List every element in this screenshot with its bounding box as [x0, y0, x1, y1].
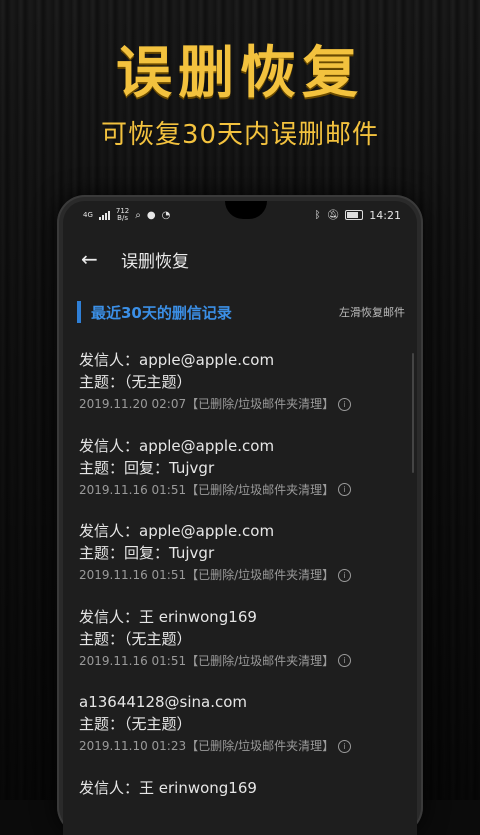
browser-icon: ◔: [162, 210, 171, 221]
promo-subhead: 可恢复30天内误删邮件: [0, 114, 480, 151]
email-meta: 2019.11.20 02:07【已删除/垃圾邮件夹清理】 i: [79, 393, 403, 415]
email-sender: 发信人：apple@apple.com: [79, 435, 403, 457]
email-subject: 主题：（无主题）: [79, 713, 403, 735]
email-sender: 发信人：apple@apple.com: [79, 520, 403, 542]
page-title: 误删恢复: [121, 247, 189, 272]
info-icon[interactable]: i: [338, 654, 351, 667]
deleted-email-list: 发信人：apple@apple.com 主题：（无主题） 2019.11.20 …: [79, 349, 403, 835]
bluetooth-icon: ᛒ: [315, 210, 321, 221]
search-icon: ⌕: [135, 210, 141, 221]
network-label: 4G: [83, 211, 93, 219]
email-sender: 发信人：王 erinwong169: [79, 606, 403, 628]
list-item[interactable]: 发信人：apple@apple.com 主题：回复：Tujvgr 2019.11…: [79, 520, 403, 606]
email-meta: 2019.11.10 01:23【已删除/垃圾邮件夹清理】 i: [79, 735, 403, 757]
email-sender: 发信人：王 erinwong169: [79, 777, 403, 799]
net-speed-unit: B/s: [117, 214, 128, 222]
phone-screen: 4G 712 B/s ⌕ ● ◔ ᛒ 🔕︎ 14:21 ← 误删恢复: [63, 201, 417, 835]
phone-frame: 4G 712 B/s ⌕ ● ◔ ᛒ 🔕︎ 14:21 ← 误删恢复: [57, 195, 423, 835]
info-icon[interactable]: i: [338, 740, 351, 753]
email-subject: 主题：（无主题）: [79, 628, 403, 650]
section-accent-bar: [77, 301, 81, 323]
email-meta: 2019.11.16 01:51【已删除/垃圾邮件夹清理】 i: [79, 479, 403, 501]
status-bar: 4G 712 B/s ⌕ ● ◔ ᛒ 🔕︎ 14:21: [83, 207, 401, 223]
list-item[interactable]: a13644128@sina.com 主题：（无主题） 2019.11.10 0…: [79, 691, 403, 777]
info-icon[interactable]: i: [338, 483, 351, 496]
info-icon[interactable]: i: [338, 569, 351, 582]
list-item[interactable]: 发信人：apple@apple.com 主题：回复：Tujvgr 2019.11…: [79, 435, 403, 521]
mute-icon: 🔕︎: [327, 210, 340, 221]
email-subject: 主题：（无主题）: [79, 371, 403, 393]
email-meta-text: 2019.11.16 01:51【已删除/垃圾邮件夹清理】: [79, 564, 334, 586]
clock: 14:21: [369, 209, 401, 222]
email-meta-text: 2019.11.10 01:23【已删除/垃圾邮件夹清理】: [79, 735, 334, 757]
section-header: 最近30天的删信记录 左滑恢复邮件: [77, 301, 405, 323]
info-icon[interactable]: i: [338, 398, 351, 411]
net-speed: 712 B/s: [116, 208, 129, 222]
email-meta: 2019.11.16 01:51【已删除/垃圾邮件夹清理】 i: [79, 650, 403, 672]
email-meta-text: 2019.11.16 01:51【已删除/垃圾邮件夹清理】: [79, 650, 334, 672]
qq-icon: ●: [147, 210, 156, 221]
list-item[interactable]: 发信人：王 erinwong169: [79, 777, 403, 835]
signal-icon: [99, 211, 110, 220]
email-meta-text: 2019.11.20 02:07【已删除/垃圾邮件夹清理】: [79, 393, 334, 415]
scrollbar[interactable]: [412, 353, 414, 473]
email-sender: 发信人：apple@apple.com: [79, 349, 403, 371]
email-sender: a13644128@sina.com: [79, 691, 403, 713]
email-meta: 2019.11.16 01:51【已删除/垃圾邮件夹清理】 i: [79, 564, 403, 586]
swipe-hint: 左滑恢复邮件: [339, 304, 405, 320]
battery-icon: [345, 210, 363, 220]
email-subject: 主题：回复：Tujvgr: [79, 457, 403, 479]
email-meta-text: 2019.11.16 01:51【已删除/垃圾邮件夹清理】: [79, 479, 334, 501]
email-subject: 主题：回复：Tujvgr: [79, 542, 403, 564]
promo-headline: 误删恢复: [0, 28, 480, 109]
back-arrow-icon[interactable]: ←: [81, 247, 101, 271]
app-bar: ← 误删恢复: [63, 239, 417, 279]
list-item[interactable]: 发信人：王 erinwong169 主题：（无主题） 2019.11.16 01…: [79, 606, 403, 692]
section-title: 最近30天的删信记录: [91, 302, 232, 323]
list-item[interactable]: 发信人：apple@apple.com 主题：（无主题） 2019.11.20 …: [79, 349, 403, 435]
